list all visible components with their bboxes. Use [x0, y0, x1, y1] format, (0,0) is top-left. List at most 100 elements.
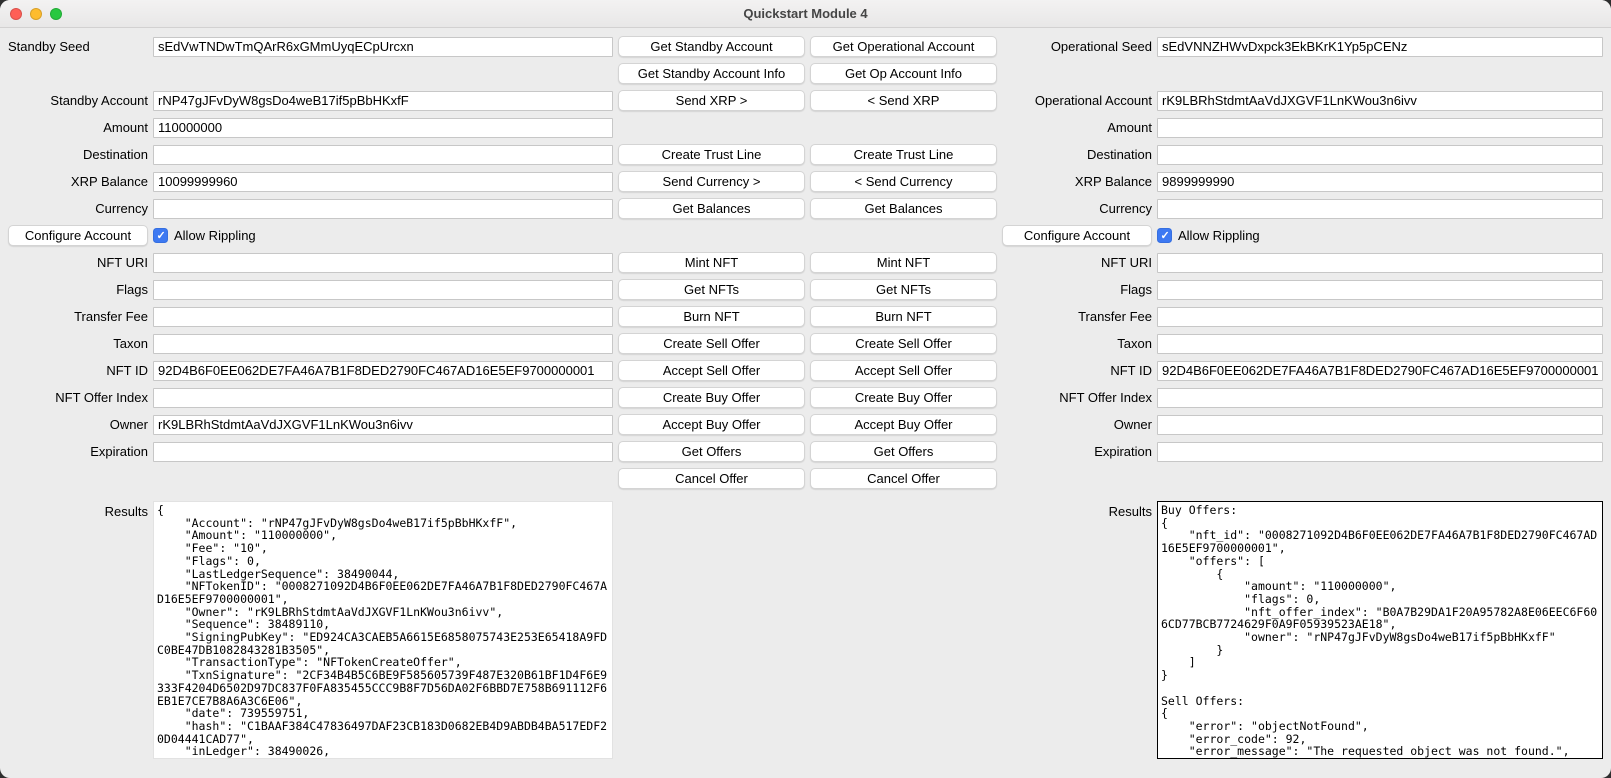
standby-transfer-fee-label: Transfer Fee: [8, 309, 148, 324]
standby-nft-uri-field[interactable]: [153, 253, 613, 273]
operational-flags-field[interactable]: [1157, 280, 1603, 300]
operational-seed-field[interactable]: [1157, 37, 1603, 57]
get-nfts-operational-button[interactable]: Get NFTs: [810, 279, 997, 300]
operational-transfer-fee-field[interactable]: [1157, 307, 1603, 327]
operational-transfer-fee-label: Transfer Fee: [1002, 309, 1152, 324]
allow-rippling-standby-checkbox[interactable]: [153, 228, 168, 243]
operational-flags-label: Flags: [1002, 282, 1152, 297]
app-window: Quickstart Module 4 Standby Seed Get Sta…: [0, 0, 1611, 778]
burn-nft-operational-button[interactable]: Burn NFT: [810, 306, 997, 327]
get-offers-operational-button[interactable]: Get Offers: [810, 441, 997, 462]
operational-results-label: Results: [1002, 501, 1152, 519]
operational-seed-label: Operational Seed: [1002, 39, 1152, 54]
get-standby-account-button[interactable]: Get Standby Account: [618, 36, 805, 57]
create-sell-offer-standby-button[interactable]: Create Sell Offer: [618, 333, 805, 354]
get-balances-operational-button[interactable]: Get Balances: [810, 198, 997, 219]
accept-buy-offer-operational-button[interactable]: Accept Buy Offer: [810, 414, 997, 435]
standby-taxon-field[interactable]: [153, 334, 613, 354]
close-window-icon[interactable]: [10, 8, 22, 20]
operational-xrp-balance-label: XRP Balance: [1002, 174, 1152, 189]
operational-nft-uri-field[interactable]: [1157, 253, 1603, 273]
mint-nft-operational-button[interactable]: Mint NFT: [810, 252, 997, 273]
send-currency-standby-button[interactable]: Send Currency >: [618, 171, 805, 192]
allow-rippling-operational-checkbox[interactable]: [1157, 228, 1172, 243]
operational-nft-uri-label: NFT URI: [1002, 255, 1152, 270]
row-amount: Amount Amount: [8, 114, 1603, 141]
get-operational-account-button[interactable]: Get Operational Account: [810, 36, 997, 57]
operational-nft-id-field[interactable]: [1157, 361, 1603, 381]
accept-sell-offer-standby-button[interactable]: Accept Sell Offer: [618, 360, 805, 381]
standby-owner-field[interactable]: [153, 415, 613, 435]
standby-nft-offer-index-label: NFT Offer Index: [8, 390, 148, 405]
get-op-account-info-button[interactable]: Get Op Account Info: [810, 63, 997, 84]
operational-account-field[interactable]: [1157, 91, 1603, 111]
window-controls: [10, 8, 62, 20]
operational-taxon-field[interactable]: [1157, 334, 1603, 354]
mint-nft-standby-button[interactable]: Mint NFT: [618, 252, 805, 273]
create-buy-offer-operational-button[interactable]: Create Buy Offer: [810, 387, 997, 408]
get-balances-standby-button[interactable]: Get Balances: [618, 198, 805, 219]
allow-rippling-standby-label: Allow Rippling: [174, 228, 256, 243]
row-expiration: Expiration Get Offers Get Offers Expirat…: [8, 438, 1603, 465]
minimize-window-icon[interactable]: [30, 8, 42, 20]
standby-nft-offer-index-field[interactable]: [153, 388, 613, 408]
row-account: Standby Account Send XRP > < Send XRP Op…: [8, 87, 1603, 114]
operational-results-box[interactable]: Buy Offers: { "nft_id": "0008271092D4B6F…: [1157, 501, 1603, 759]
operational-xrp-balance-field[interactable]: [1157, 172, 1603, 192]
standby-currency-label: Currency: [8, 201, 148, 216]
configure-account-standby-button[interactable]: Configure Account: [8, 225, 148, 246]
burn-nft-standby-button[interactable]: Burn NFT: [618, 306, 805, 327]
row-owner: Owner Accept Buy Offer Accept Buy Offer …: [8, 411, 1603, 438]
standby-nft-id-field[interactable]: [153, 361, 613, 381]
allow-rippling-operational-label: Allow Rippling: [1178, 228, 1260, 243]
operational-results-text: Buy Offers: { "nft_id": "0008271092D4B6F…: [1158, 502, 1602, 759]
accept-sell-offer-operational-button[interactable]: Accept Sell Offer: [810, 360, 997, 381]
send-xrp-standby-button[interactable]: Send XRP >: [618, 90, 805, 111]
create-buy-offer-standby-button[interactable]: Create Buy Offer: [618, 387, 805, 408]
send-currency-operational-button[interactable]: < Send Currency: [810, 171, 997, 192]
standby-transfer-fee-field[interactable]: [153, 307, 613, 327]
row-nft-offer-index: NFT Offer Index Create Buy Offer Create …: [8, 384, 1603, 411]
standby-flags-field[interactable]: [153, 280, 613, 300]
row-flags: Flags Get NFTs Get NFTs Flags: [8, 276, 1603, 303]
standby-owner-label: Owner: [8, 417, 148, 432]
operational-currency-field[interactable]: [1157, 199, 1603, 219]
standby-currency-field[interactable]: [153, 199, 613, 219]
operational-nft-offer-index-label: NFT Offer Index: [1002, 390, 1152, 405]
main-form: Standby Seed Get Standby Account Get Ope…: [0, 28, 1611, 759]
operational-expiration-field[interactable]: [1157, 442, 1603, 462]
standby-seed-field[interactable]: [153, 37, 613, 57]
create-sell-offer-operational-button[interactable]: Create Sell Offer: [810, 333, 997, 354]
zoom-window-icon[interactable]: [50, 8, 62, 20]
cancel-offer-standby-button[interactable]: Cancel Offer: [618, 468, 805, 489]
row-xrp-balance: XRP Balance Send Currency > < Send Curre…: [8, 168, 1603, 195]
operational-owner-field[interactable]: [1157, 415, 1603, 435]
row-destination: Destination Create Trust Line Create Tru…: [8, 141, 1603, 168]
row-results: Results { "Account": "rNP47gJFvDyW8gsDo4…: [8, 501, 1603, 759]
standby-amount-field[interactable]: [153, 118, 613, 138]
operational-owner-label: Owner: [1002, 417, 1152, 432]
create-trust-line-standby-button[interactable]: Create Trust Line: [618, 144, 805, 165]
cancel-offer-operational-button[interactable]: Cancel Offer: [810, 468, 997, 489]
get-offers-standby-button[interactable]: Get Offers: [618, 441, 805, 462]
configure-account-operational-button[interactable]: Configure Account: [1002, 225, 1152, 246]
row-seed: Standby Seed Get Standby Account Get Ope…: [8, 33, 1603, 60]
get-standby-account-info-button[interactable]: Get Standby Account Info: [618, 63, 805, 84]
standby-results-text: { "Account": "rNP47gJFvDyW8gsDo4weB17if5…: [154, 502, 612, 759]
standby-nft-uri-label: NFT URI: [8, 255, 148, 270]
create-trust-line-operational-button[interactable]: Create Trust Line: [810, 144, 997, 165]
operational-amount-field[interactable]: [1157, 118, 1603, 138]
operational-nft-id-label: NFT ID: [1002, 363, 1152, 378]
accept-buy-offer-standby-button[interactable]: Accept Buy Offer: [618, 414, 805, 435]
standby-destination-field[interactable]: [153, 145, 613, 165]
operational-taxon-label: Taxon: [1002, 336, 1152, 351]
standby-account-field[interactable]: [153, 91, 613, 111]
get-nfts-standby-button[interactable]: Get NFTs: [618, 279, 805, 300]
send-xrp-operational-button[interactable]: < Send XRP: [810, 90, 997, 111]
window-title: Quickstart Module 4: [743, 6, 867, 21]
operational-destination-field[interactable]: [1157, 145, 1603, 165]
standby-results-box[interactable]: { "Account": "rNP47gJFvDyW8gsDo4weB17if5…: [153, 501, 613, 759]
standby-xrp-balance-field[interactable]: [153, 172, 613, 192]
standby-expiration-field[interactable]: [153, 442, 613, 462]
operational-nft-offer-index-field[interactable]: [1157, 388, 1603, 408]
